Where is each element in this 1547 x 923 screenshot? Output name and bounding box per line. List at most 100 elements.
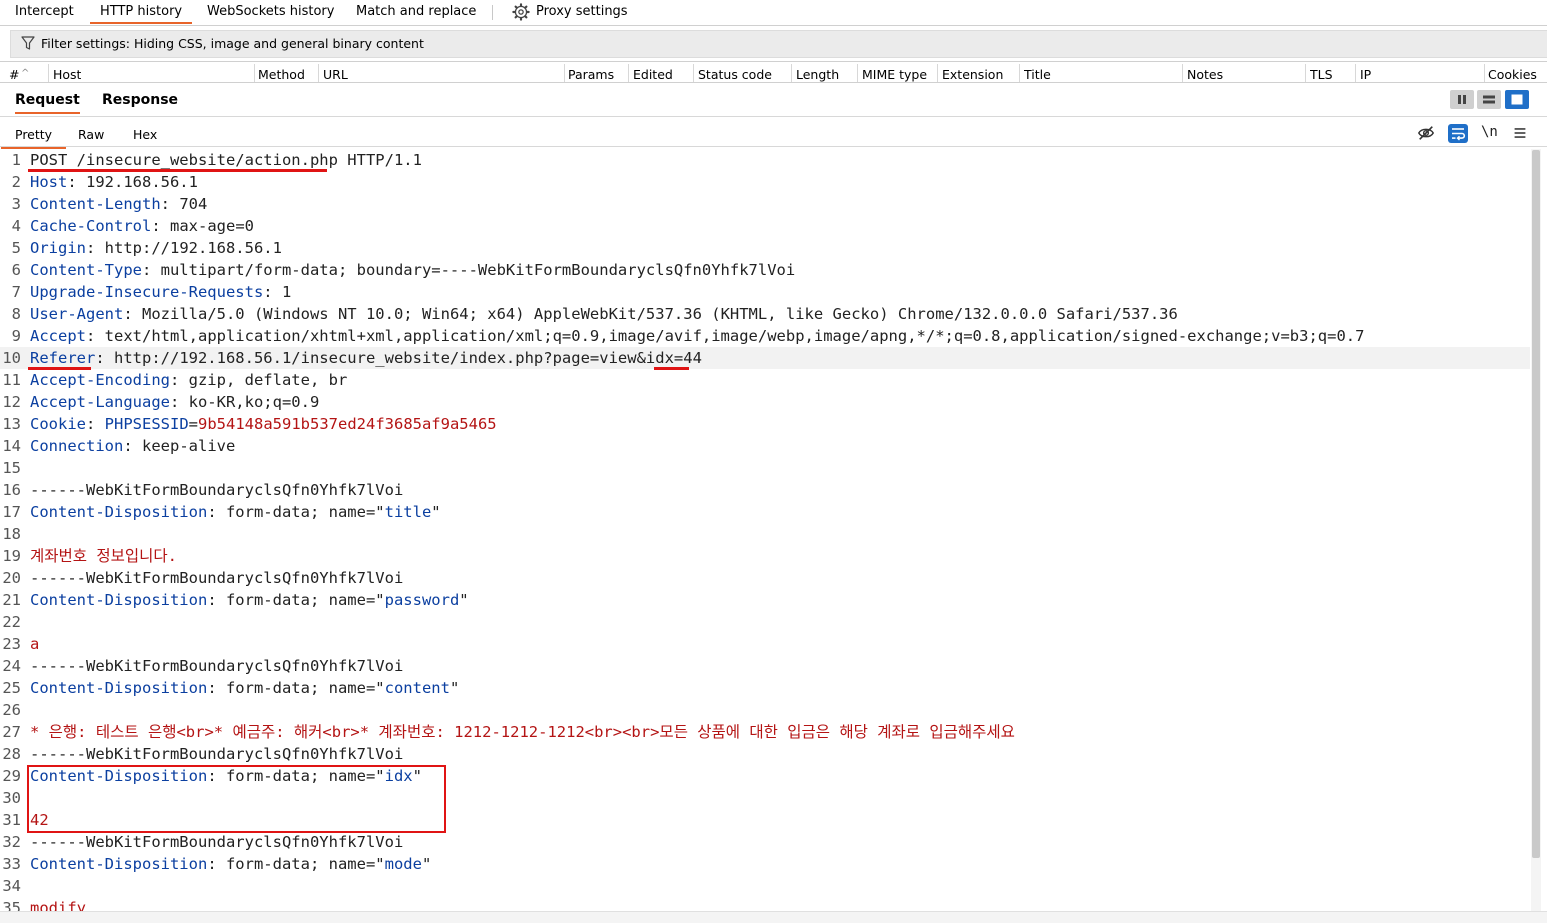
word-wrap-button[interactable]	[1448, 124, 1468, 143]
vertical-scrollbar-thumb[interactable]	[1532, 150, 1540, 858]
column-divider[interactable]	[937, 64, 938, 82]
column-header-extension[interactable]: Extension	[942, 67, 1003, 82]
column-divider[interactable]	[254, 64, 255, 82]
code-line[interactable]: 23 a	[0, 633, 1530, 655]
column-divider[interactable]	[564, 64, 565, 82]
tab-match-and-replace[interactable]: Match and replace	[356, 0, 476, 24]
line-content: Upgrade-Insecure-Requests: 1	[30, 281, 291, 303]
column-divider[interactable]	[857, 64, 858, 82]
code-line[interactable]: 1 POST /insecure_website/action.php HTTP/…	[0, 149, 1530, 171]
code-line[interactable]: 33 Content-Disposition: form-data; name="…	[0, 853, 1530, 875]
column-header-url[interactable]: URL	[323, 67, 348, 82]
top-bottom-view-button[interactable]	[1477, 90, 1501, 109]
column-divider[interactable]	[1355, 64, 1356, 82]
code-line[interactable]: 2 Host: 192.168.56.1	[0, 171, 1530, 193]
code-line[interactable]: 34	[0, 875, 1530, 897]
column-divider[interactable]	[1019, 64, 1020, 82]
code-line[interactable]: 5 Origin: http://192.168.56.1	[0, 237, 1530, 259]
code-line[interactable]: 8 User-Agent: Mozilla/5.0 (Windows NT 10.…	[0, 303, 1530, 325]
code-line[interactable]: 16 ------WebKitFormBoundaryclsQfn0Yhfk7lV…	[0, 479, 1530, 501]
column-header-params[interactable]: Params	[568, 67, 614, 82]
column-header-method[interactable]: Method	[258, 67, 305, 82]
code-token: Cache-Control	[30, 217, 152, 235]
show-newlines-button[interactable]: \n	[1481, 124, 1498, 140]
line-number: 20	[2, 569, 21, 587]
code-token: : ko-KR,ko;q=0.9	[169, 393, 320, 411]
column-divider[interactable]	[1182, 64, 1183, 82]
gear-icon[interactable]	[512, 3, 530, 21]
code-line[interactable]: 25 Content-Disposition: form-data; name="…	[0, 677, 1530, 699]
code-token: ------WebKitFormBoundaryclsQfn0Yhfk7lVoi	[30, 569, 404, 587]
filter-settings-bar[interactable]: Filter settings: Hiding CSS, image and g…	[10, 30, 1547, 58]
column-divider[interactable]	[791, 64, 792, 82]
column-divider[interactable]	[1305, 64, 1306, 82]
code-line[interactable]: 9 Accept: text/html,application/xhtml+xml…	[0, 325, 1530, 347]
tab-response[interactable]: Response	[102, 92, 178, 108]
code-line[interactable]: 18	[0, 523, 1530, 545]
column-header-status-code[interactable]: Status code	[698, 67, 772, 82]
hamburger-menu-icon[interactable]	[1511, 124, 1529, 142]
code-line[interactable]: 32 ------WebKitFormBoundaryclsQfn0Yhfk7lV…	[0, 831, 1530, 853]
sort-ascending-icon[interactable]: ^	[21, 68, 29, 83]
code-line[interactable]: 7 Upgrade-Insecure-Requests: 1	[0, 281, 1530, 303]
code-line[interactable]: 35 modify	[0, 897, 1530, 911]
code-line[interactable]: 15	[0, 457, 1530, 479]
code-line[interactable]: 6 Content-Type: multipart/form-data; boun…	[0, 259, 1530, 281]
tab-hex[interactable]: Hex	[133, 127, 157, 142]
code-token: POST /insecure_website/action.php	[30, 151, 338, 169]
code-line[interactable]: 24 ------WebKitFormBoundaryclsQfn0Yhfk7lV…	[0, 655, 1530, 677]
tab-pretty[interactable]: Pretty	[1, 127, 67, 149]
code-line[interactable]: 22	[0, 611, 1530, 633]
line-number: 13	[2, 415, 21, 433]
line-number: 25	[2, 679, 21, 697]
eye-off-icon[interactable]	[1417, 124, 1435, 142]
annotation-underline-idx-value	[654, 367, 689, 370]
column-header-cookies[interactable]: Cookies	[1488, 67, 1537, 82]
tab-websockets-history[interactable]: WebSockets history	[207, 0, 334, 24]
code-line[interactable]: 28 ------WebKitFormBoundaryclsQfn0Yhfk7lV…	[0, 743, 1530, 765]
code-line[interactable]: 20 ------WebKitFormBoundaryclsQfn0Yhfk7lV…	[0, 567, 1530, 589]
column-header-mime-type[interactable]: MIME type	[862, 67, 934, 82]
column-header-tls[interactable]: TLS	[1310, 67, 1333, 82]
tab-raw[interactable]: Raw	[78, 127, 104, 142]
code-line[interactable]: 13 Cookie: PHPSESSID=9b54148a591b537ed24f…	[0, 413, 1530, 435]
line-content: Content-Disposition: form-data; name="ti…	[30, 501, 441, 523]
column-divider[interactable]	[693, 64, 694, 82]
column-header-length[interactable]: Length	[796, 67, 839, 82]
column-header-edited[interactable]: Edited	[633, 67, 673, 82]
column-header-host[interactable]: Host	[53, 67, 81, 82]
code-line[interactable]: 21 Content-Disposition: form-data; name="…	[0, 589, 1530, 611]
column-divider[interactable]	[318, 64, 319, 82]
horizontal-scrollbar[interactable]	[0, 911, 1547, 923]
column-header-title[interactable]: Title	[1024, 67, 1051, 82]
code-token: : text/html,application/xhtml+xml,applic…	[86, 327, 1365, 345]
line-number: 34	[2, 877, 21, 895]
tab-http-history[interactable]: HTTP history	[90, 0, 193, 24]
tabs-view-button[interactable]	[1505, 90, 1529, 109]
code-line[interactable]: 3 Content-Length: 704	[0, 193, 1530, 215]
column-header-ip[interactable]: IP	[1360, 67, 1371, 82]
column-divider[interactable]	[1484, 64, 1485, 82]
line-number: 29	[2, 767, 21, 785]
code-line[interactable]: 4 Cache-Control: max-age=0	[0, 215, 1530, 237]
line-number: 16	[2, 481, 21, 499]
code-line[interactable]: 19 계좌번호 정보입니다.	[0, 545, 1530, 567]
code-line[interactable]: 17 Content-Disposition: form-data; name="…	[0, 501, 1530, 523]
column-header-notes[interactable]: Notes	[1187, 67, 1223, 82]
tab-request[interactable]: Request	[15, 92, 80, 114]
column-header-number[interactable]: #	[9, 67, 19, 82]
code-line[interactable]: 14 Connection: keep-alive	[0, 435, 1530, 457]
code-line[interactable]: 11 Accept-Encoding: gzip, deflate, br	[0, 369, 1530, 391]
column-divider[interactable]	[48, 64, 49, 82]
side-by-side-view-button[interactable]	[1450, 90, 1474, 109]
tab-proxy-settings[interactable]: Proxy settings	[536, 0, 628, 24]
tab-intercept[interactable]: Intercept	[15, 0, 74, 24]
history-table-header: # ^ Host Method URL Params Edited Status…	[0, 61, 1547, 83]
column-divider[interactable]	[628, 64, 629, 82]
code-line[interactable]: 26	[0, 699, 1530, 721]
message-panel-tabs: Request Response	[0, 86, 1547, 117]
code-line[interactable]: 12 Accept-Language: ko-KR,ko;q=0.9	[0, 391, 1530, 413]
code-token: "	[431, 503, 441, 521]
code-line[interactable]: 10 Referer: http://192.168.56.1/insecure_…	[0, 347, 1530, 369]
code-line[interactable]: 27 * 은행: 테스트 은행<br>* 예금주: 해커<br>* 계좌번호: 1…	[0, 721, 1530, 743]
